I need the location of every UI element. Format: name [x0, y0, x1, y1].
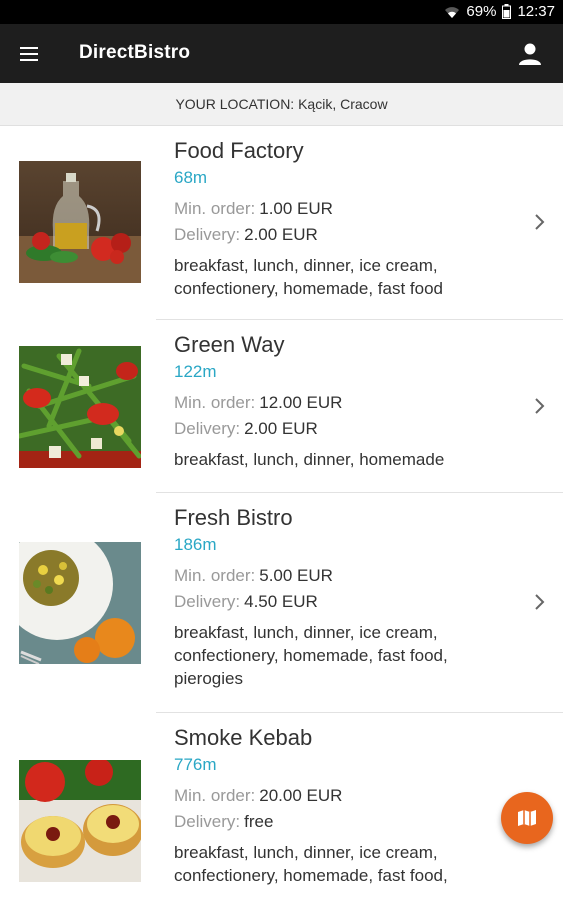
restaurant-name: Green Way [174, 332, 285, 357]
min-order-label: Min. order: [174, 199, 256, 218]
delivery-value: 4.50 EUR [244, 592, 318, 611]
delivery-label: Delivery: [174, 225, 241, 244]
chevron-right-icon [535, 398, 545, 414]
olive-oil-tomatoes-photo [19, 161, 141, 283]
delivery-value: 2.00 EUR [244, 419, 318, 438]
restaurant-distance: 186m [174, 535, 217, 554]
account-icon[interactable] [517, 41, 543, 67]
restaurant-tags: breakfast, lunch, dinner, ice cream, con… [174, 623, 448, 688]
delivery-label: Delivery: [174, 592, 241, 611]
min-order-label: Min. order: [174, 566, 256, 585]
pineapple-toast-photo [19, 760, 141, 882]
delivery-label: Delivery: [174, 812, 241, 831]
app-bar: DirectBistro [0, 24, 563, 83]
min-order-value: 12.00 EUR [259, 393, 343, 412]
delivery-value: free [244, 812, 274, 831]
restaurant-distance: 122m [174, 362, 217, 381]
map-icon [518, 810, 536, 826]
restaurant-item-green-way[interactable]: Green Way 122m Min. order: 12.00 EUR Deli… [0, 320, 563, 493]
chevron-right-icon [535, 214, 545, 230]
status-bar: 69% 12:37 [0, 0, 563, 24]
delivery-value: 2.00 EUR [244, 225, 318, 244]
restaurant-name: Smoke Kebab [174, 725, 313, 750]
green-bean-salad-photo [19, 346, 141, 468]
min-order-value: 1.00 EUR [259, 199, 333, 218]
wifi-icon [445, 6, 460, 18]
min-order-value: 5.00 EUR [259, 566, 333, 585]
chevron-right-icon [535, 594, 545, 610]
restaurant-distance: 776m [174, 755, 217, 774]
app-title: DirectBistro [79, 42, 191, 63]
min-order-label: Min. order: [174, 786, 256, 805]
battery-icon [502, 4, 512, 19]
restaurant-distance: 68m [174, 168, 208, 187]
battery-level: 69% [466, 3, 497, 20]
restaurant-name: Food Factory [174, 138, 304, 163]
restaurant-item-smoke-kebab[interactable]: Smoke Kebab 776m Min. order: 20.00 EUR De… [0, 713, 563, 900]
restaurant-item-food-factory[interactable]: Food Factory 68m Min. order: 1.00 EUR Del… [0, 126, 563, 320]
map-button[interactable] [501, 792, 553, 844]
min-order-label: Min. order: [174, 393, 256, 412]
delivery-label: Delivery: [174, 419, 241, 438]
restaurant-name: Fresh Bistro [174, 505, 293, 530]
restaurant-item-fresh-bistro[interactable]: Fresh Bistro 186m Min. order: 5.00 EUR De… [0, 493, 563, 713]
min-order-value: 20.00 EUR [259, 786, 343, 805]
menu-icon[interactable] [20, 41, 64, 67]
restaurant-tags: breakfast, lunch, dinner, homemade [174, 450, 445, 469]
clock: 12:37 [517, 3, 555, 20]
location-bar[interactable]: YOUR LOCATION: Kącik, Cracow [0, 83, 563, 126]
restaurant-tags: breakfast, lunch, dinner, ice cream, con… [174, 256, 444, 298]
salad-plate-oranges-photo [19, 542, 141, 664]
restaurant-tags: breakfast, lunch, dinner, ice cream, con… [174, 843, 448, 885]
